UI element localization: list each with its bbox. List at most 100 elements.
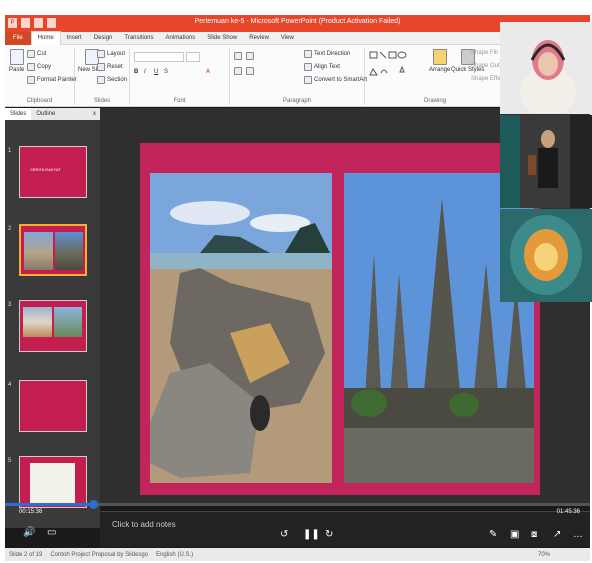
align-text-button[interactable]: Align Text bbox=[304, 63, 340, 71]
slide-thumbnail-3[interactable] bbox=[19, 300, 87, 352]
section-button[interactable]: Section bbox=[97, 76, 127, 84]
zoom-level[interactable]: 70% bbox=[538, 552, 550, 558]
progress-fill bbox=[5, 503, 93, 506]
participant-3[interactable] bbox=[500, 209, 592, 302]
shapes-gallery-icon bbox=[369, 51, 407, 76]
theme-name: Contoh Project Proposal by Slidesgo bbox=[50, 551, 149, 558]
slides-label: Slides bbox=[93, 98, 111, 104]
underline-button[interactable]: U bbox=[154, 69, 158, 75]
participant-3-video bbox=[500, 209, 592, 302]
font-color-button[interactable]: A bbox=[206, 69, 210, 75]
slides-group: New Slide Layout Reset Section Slides bbox=[75, 47, 130, 105]
total-time: 01:45:36 bbox=[556, 509, 580, 515]
shape-fill-button[interactable]: Shape Fill bbox=[471, 50, 498, 56]
slide-thumbnail-2[interactable] bbox=[19, 224, 87, 276]
thumbnail-image-mountain bbox=[54, 307, 82, 337]
clipboard-group: Paste Cut Copy Format Painter Clipboard bbox=[5, 47, 77, 105]
layout-button[interactable]: Layout bbox=[97, 50, 125, 58]
elapsed-time: 00:15:36 bbox=[19, 509, 43, 515]
slide-thumbnail-1[interactable]: CERITA RAKYAT bbox=[19, 146, 87, 198]
rewind-10-icon[interactable]: ↺ bbox=[280, 529, 288, 540]
captions-icon[interactable]: ▭ bbox=[47, 527, 56, 538]
language: English (U.S.) bbox=[156, 551, 194, 558]
tab-home[interactable]: Home bbox=[30, 31, 61, 45]
format-painter-button[interactable]: Format Painter bbox=[27, 76, 77, 84]
drawing-group: Arrange Quick Styles Shape Fill Shape Ou… bbox=[365, 47, 509, 105]
thumbnail-title: CERITA RAKYAT bbox=[30, 167, 61, 172]
convert-smartart-button[interactable]: Convert to SmartArt bbox=[304, 76, 367, 84]
tab-slides[interactable]: Slides bbox=[5, 108, 32, 120]
cup-icon[interactable]: ⧇ bbox=[531, 529, 537, 540]
video-player-controls: 00:15:36 01:45:36 🔊 ▭ ↺ ❚❚ ↻ ✎ ▣ ⧇ ↗ … bbox=[5, 489, 590, 547]
tab-outline[interactable]: Outline bbox=[31, 108, 60, 120]
tab-file[interactable]: File bbox=[5, 31, 31, 45]
scissors-icon bbox=[27, 50, 35, 58]
font-label: Font bbox=[173, 98, 186, 104]
reset-button[interactable]: Reset bbox=[97, 63, 123, 71]
align-left-icon bbox=[234, 67, 242, 75]
shadow-button[interactable]: S bbox=[164, 69, 168, 75]
copy-button[interactable]: Copy bbox=[27, 63, 51, 71]
bold-button[interactable]: B bbox=[134, 69, 138, 75]
thumbnail-number: 4 bbox=[8, 382, 12, 388]
pane-tabs: Slides Outline x bbox=[5, 108, 100, 120]
close-pane-button[interactable]: x bbox=[88, 108, 100, 120]
participant-1[interactable] bbox=[500, 22, 592, 114]
thumbnail-image-volcano bbox=[23, 307, 52, 337]
tab-design[interactable]: Design bbox=[88, 32, 119, 45]
tab-animations[interactable]: Animations bbox=[160, 32, 202, 45]
tab-slide-show[interactable]: Slide Show bbox=[201, 32, 243, 45]
tab-view[interactable]: View bbox=[275, 32, 300, 45]
align-center-button[interactable] bbox=[246, 67, 254, 75]
thumbnail-number: 1 bbox=[8, 148, 12, 154]
progress-handle[interactable] bbox=[89, 500, 98, 509]
arrange-icon bbox=[432, 49, 447, 65]
slide-thumbnail-4[interactable] bbox=[19, 380, 87, 432]
smartart-icon bbox=[304, 76, 312, 84]
bullets-button[interactable] bbox=[234, 52, 242, 60]
slide-counter: Slide 2 of 19 bbox=[9, 551, 43, 558]
thumbnail-image-beach bbox=[24, 232, 53, 270]
align-center-icon bbox=[246, 67, 254, 75]
participant-2[interactable] bbox=[500, 115, 592, 208]
tab-transitions[interactable]: Transitions bbox=[118, 32, 159, 45]
paragraph-group: Text Direction Align Text Convert to Sma… bbox=[230, 47, 367, 105]
shapes-gallery[interactable] bbox=[369, 51, 423, 81]
align-left-button[interactable] bbox=[234, 67, 242, 75]
text-direction-button[interactable]: Text Direction bbox=[304, 50, 350, 58]
bullets-icon bbox=[234, 52, 242, 60]
thumbnail-number: 3 bbox=[8, 302, 12, 308]
screen-icon[interactable]: ▣ bbox=[510, 529, 519, 540]
volume-icon[interactable]: 🔊 bbox=[23, 527, 35, 538]
paste-button[interactable]: Paste bbox=[9, 49, 24, 73]
thumbnail-number: 5 bbox=[8, 458, 12, 464]
tab-review[interactable]: Review bbox=[243, 32, 275, 45]
italic-button[interactable]: I bbox=[144, 69, 146, 75]
numbering-button[interactable] bbox=[246, 52, 254, 60]
slide-canvas[interactable] bbox=[140, 143, 540, 495]
cursor-icon[interactable]: ↗ bbox=[553, 529, 561, 540]
video-progress-bar[interactable] bbox=[5, 500, 590, 509]
arrange-button[interactable]: Arrange bbox=[429, 49, 450, 73]
font-name-field[interactable] bbox=[134, 52, 184, 62]
section-icon bbox=[97, 76, 105, 84]
clipboard-label: Clipboard bbox=[26, 98, 53, 104]
font-size-field[interactable] bbox=[186, 52, 200, 62]
drawing-label: Drawing bbox=[423, 98, 446, 104]
paragraph-label: Paragraph bbox=[282, 98, 312, 104]
pen-icon[interactable]: ✎ bbox=[489, 529, 497, 540]
beach-image bbox=[150, 173, 332, 483]
more-icon[interactable]: … bbox=[573, 529, 583, 540]
reset-icon bbox=[97, 63, 105, 71]
forward-30-icon[interactable]: ↻ bbox=[325, 529, 333, 540]
participant-2-video bbox=[500, 115, 592, 208]
tab-insert[interactable]: Insert bbox=[61, 32, 88, 45]
picture-rocky-beach[interactable] bbox=[150, 173, 332, 483]
thumbnail-number: 2 bbox=[8, 226, 12, 232]
thumbnail-image-temple bbox=[55, 232, 83, 270]
status-bar: Slide 2 of 19 Contoh Project Proposal by… bbox=[5, 548, 590, 561]
pause-icon[interactable]: ❚❚ bbox=[303, 529, 320, 540]
cut-button[interactable]: Cut bbox=[27, 50, 46, 58]
paste-icon bbox=[9, 49, 24, 65]
slides-pane: Slides Outline x 1 CERITA RAKYAT 2 3 4 5 bbox=[5, 108, 100, 528]
